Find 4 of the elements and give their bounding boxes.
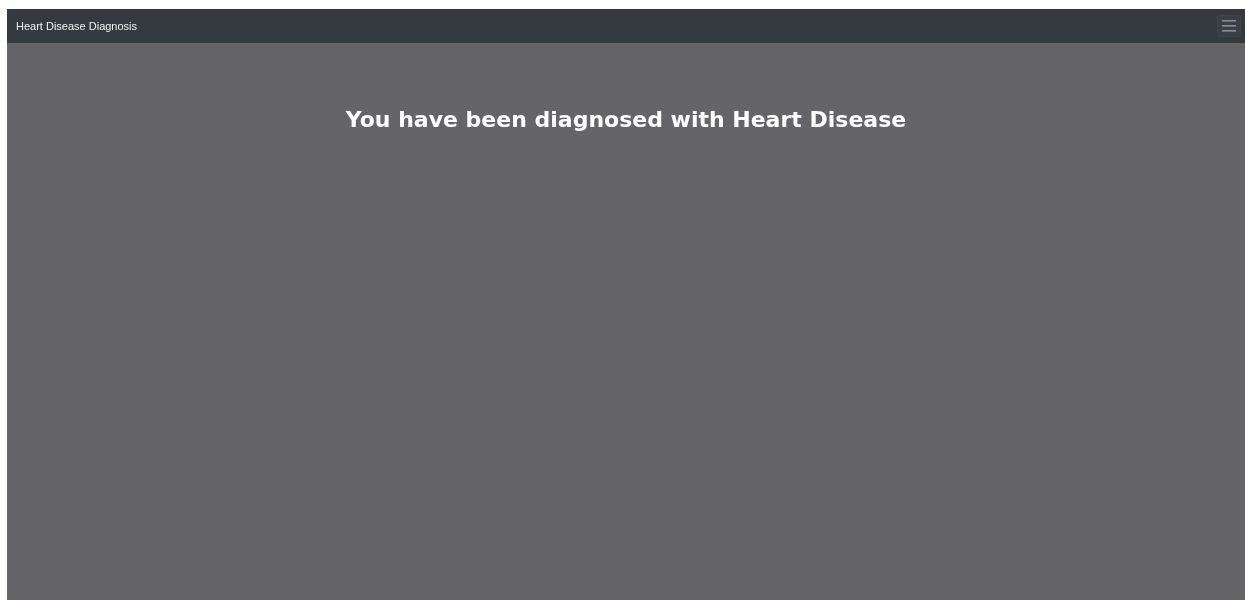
navbar-brand[interactable]: Heart Disease Diagnosis bbox=[16, 20, 138, 32]
menu-icon bbox=[1222, 20, 1236, 32]
diagnosis-heading: You have been diagnosed with Heart Disease bbox=[345, 107, 907, 132]
menu-button[interactable] bbox=[1217, 15, 1241, 37]
